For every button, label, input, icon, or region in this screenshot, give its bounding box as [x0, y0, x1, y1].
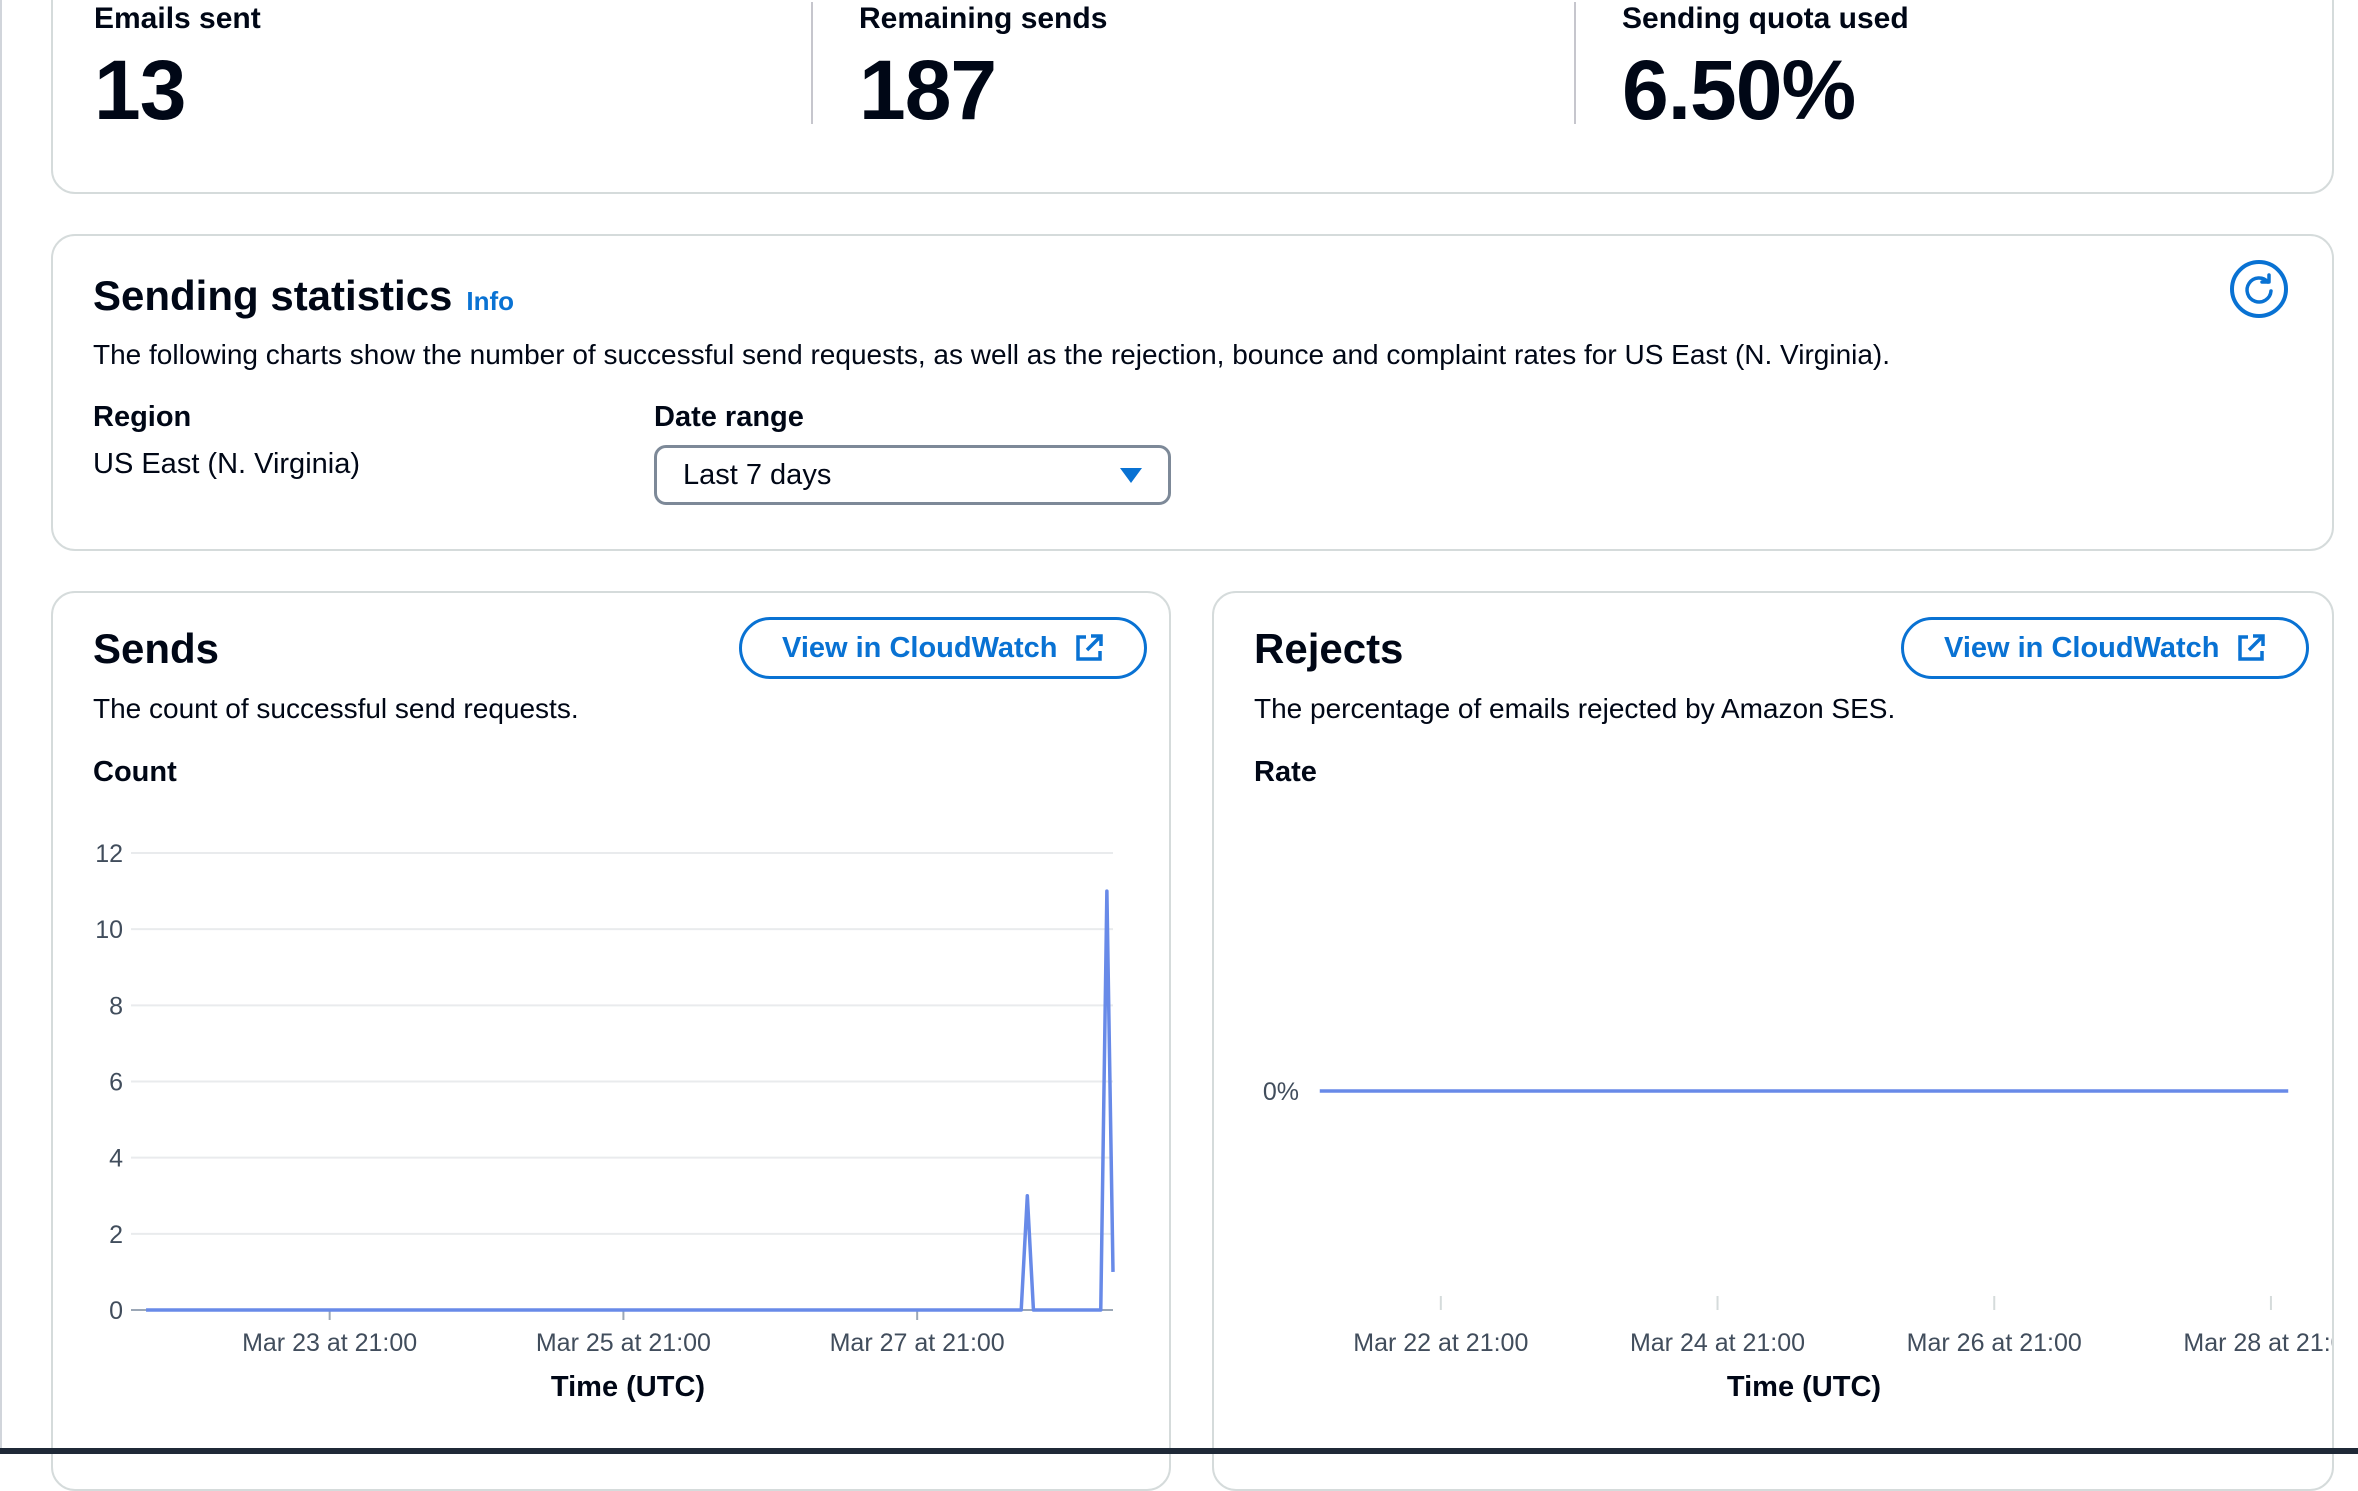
y-tick-label: 10 — [95, 916, 123, 944]
refresh-icon — [2245, 273, 2273, 304]
refresh-button[interactable] — [2230, 260, 2288, 318]
stats-header: Sending statistics Info — [93, 272, 514, 320]
remaining-sends-metric: Remaining sends 187 — [818, 2, 1578, 132]
region-label: Region — [93, 401, 192, 433]
x-tick-label: Mar 22 at 21:00 — [1353, 1329, 1528, 1357]
x-tick-label: Mar 26 at 21:00 — [1907, 1329, 2082, 1357]
x-axis-title: Time (UTC) — [551, 1371, 705, 1403]
rejects-chart: 0% Mar 22 at 21:00 Mar 24 at 21:00 Mar 26 a… — [1263, 1078, 2334, 1403]
metric-value: 13 — [94, 43, 186, 137]
sends-series-line — [146, 889, 1115, 1312]
account-metrics-card: Emails sent 13 Remaining sends 187 Sendi… — [51, 0, 2334, 194]
caret-down-icon — [1120, 468, 1142, 483]
metric-value: 6.50% — [1622, 43, 1856, 137]
x-tick-label: Mar 28 at 21:00 — [2183, 1329, 2334, 1357]
region-value: US East (N. Virginia) — [93, 448, 360, 480]
metric-label: Remaining sends — [859, 2, 1108, 35]
page-bottom-border — [0, 1448, 2358, 1454]
date-range-label: Date range — [654, 401, 804, 433]
metric-value: 187 — [859, 43, 997, 137]
metric-divider — [1574, 2, 1576, 124]
y-tick-label: 8 — [109, 992, 123, 1020]
date-range-value: Last 7 days — [683, 458, 832, 491]
y-tick-label: 12 — [95, 840, 123, 868]
rejects-chart-panel: Rejects View in CloudWatch The percentag… — [1212, 591, 2334, 1491]
sending-statistics-card: Sending statistics Info The following ch… — [51, 234, 2334, 551]
metric-divider — [811, 2, 813, 124]
sends-chart: 0 2 4 6 8 10 12 Mar 23 at 21:00 Mar 25 at 21:00 M… — [95, 840, 1115, 1403]
x-tick-label: Mar 23 at 21:00 — [242, 1329, 417, 1357]
y-tick-label: 0 — [109, 1297, 123, 1325]
y-tick-label: 0% — [1263, 1078, 1299, 1106]
x-tick-label: Mar 24 at 21:00 — [1630, 1329, 1805, 1357]
stats-title: Sending statistics — [93, 272, 453, 319]
metric-label: Emails sent — [94, 2, 261, 35]
page-left-border — [0, 0, 2, 1454]
emails-sent-metric: Emails sent 13 — [53, 2, 813, 132]
x-axis-title: Time (UTC) — [1727, 1371, 1881, 1403]
x-tick-label: Mar 25 at 21:00 — [536, 1329, 711, 1357]
date-range-select[interactable]: Last 7 days — [654, 445, 1171, 505]
metric-label: Sending quota used — [1622, 2, 1909, 35]
x-tick-label: Mar 27 at 21:00 — [830, 1329, 1005, 1357]
y-tick-label: 6 — [109, 1069, 123, 1097]
stats-description: The following charts show the number of … — [93, 339, 1891, 370]
sending-quota-metric: Sending quota used 6.50% — [1581, 2, 2321, 132]
sends-chart-panel: Sends View in CloudWatch The count of su… — [51, 591, 1171, 1491]
info-link[interactable]: Info — [466, 286, 514, 317]
y-tick-label: 4 — [109, 1145, 123, 1173]
y-tick-label: 2 — [109, 1221, 123, 1249]
